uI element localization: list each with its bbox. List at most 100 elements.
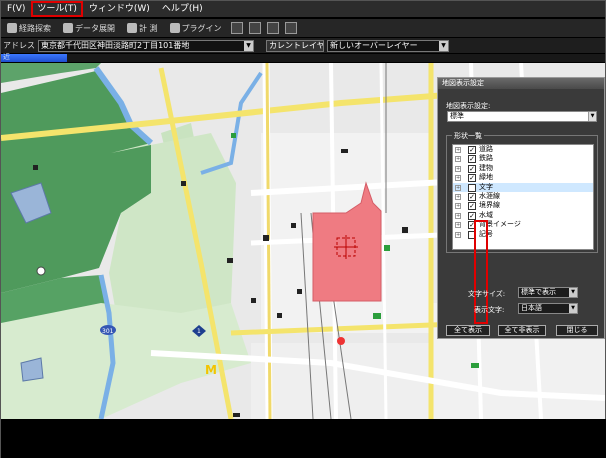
progress-glyph: 近 [3, 53, 10, 61]
current-layer-label: カレントレイヤー [269, 40, 324, 50]
progress-bar: 近 [1, 53, 605, 62]
expand-icon[interactable]: + [455, 222, 461, 229]
shape-label: 道路 [479, 145, 493, 153]
data-expand-label: データ展開 [75, 23, 115, 33]
svg-text:1: 1 [197, 328, 201, 335]
shape-checkbox[interactable] [468, 183, 476, 192]
route-search-label: 経路探索 [19, 23, 51, 33]
shape-label: 鉄路 [479, 154, 493, 163]
layers-icon[interactable] [266, 22, 279, 34]
shape-list-label: 形状一覧 [452, 131, 484, 141]
shape-label: 境界線 [479, 201, 500, 210]
ruler-icon [127, 23, 137, 33]
expand-icon[interactable]: + [455, 156, 461, 163]
shape-list-item[interactable]: + ✓ 道路 [453, 145, 593, 154]
shape-list-item[interactable]: + ✓ 水涯線 [453, 192, 593, 201]
chevron-down-icon[interactable]: ▼ [439, 40, 448, 51]
shape-checkbox[interactable]: ✓ [468, 211, 476, 220]
progress-fill [1, 54, 68, 62]
route-shield-301: 301 [100, 325, 116, 335]
svg-text:M: M [205, 363, 217, 377]
expand-icon[interactable]: + [455, 165, 461, 172]
layer-combo[interactable]: 新しいオーバーレイヤー ▼ [327, 39, 449, 52]
address-value: 東京都千代田区神田淡路町2丁目101番地 [41, 40, 190, 50]
shape-list-item[interactable]: + ✓ 水域 [453, 211, 593, 220]
shape-label: 水涯線 [479, 191, 500, 200]
chevron-down-icon[interactable]: ▼ [588, 112, 596, 121]
expand-icon[interactable]: + [455, 212, 461, 219]
shape-checkbox[interactable]: ✓ [468, 146, 476, 154]
address-bar: アドレス 東京都千代田区神田淡路町2丁目101番地 ▼ カレントレイヤー 新しい… [1, 38, 605, 53]
measure-button[interactable]: 計 測 [124, 20, 161, 36]
shape-label: 緑地 [479, 173, 493, 182]
shape-label: 水域 [479, 210, 493, 219]
shape-label: 記号 [479, 229, 493, 238]
svg-text:301: 301 [102, 328, 114, 335]
chevron-down-icon[interactable]: ▼ [244, 40, 253, 51]
text-size-value: 標準で表示 [521, 288, 556, 296]
display-setting-value: 標準 [450, 112, 464, 120]
text-size-combo[interactable]: 標準で表示 ▼ [518, 287, 578, 298]
address-label: アドレス [3, 41, 35, 50]
chevron-down-icon[interactable]: ▼ [569, 304, 577, 313]
toolbar: 経路探索 データ展開 計 測 プラグイン [1, 19, 605, 37]
shape-list-item[interactable]: + ✓ 鉄路 [453, 154, 593, 164]
expand-icon[interactable]: + [455, 231, 461, 238]
shape-list[interactable]: + ✓ 道路 + ✓ 鉄路 + ✓ 建物 + ✓ 緑地 + 文字 + ✓ 水涯線 + ✓ 境界線 + ✓ 水域 + ✓ 背景イメー… [452, 144, 594, 250]
display-setting-combo[interactable]: 標準 ▼ [447, 111, 597, 122]
menu-tool[interactable]: ツール(T) [31, 1, 83, 17]
shape-label: 背景イメージ [479, 220, 521, 229]
menu-help[interactable]: ヘルプ(H) [156, 1, 209, 17]
text-size-label: 文字サイズ: [468, 290, 506, 298]
window-icon[interactable] [248, 22, 261, 34]
shape-checkbox[interactable]: ✓ [468, 192, 476, 201]
shape-checkbox[interactable] [468, 230, 476, 239]
expand-icon[interactable]: + [455, 203, 461, 210]
app-window: F(V) ツール(T) ウィンドウ(W) ヘルプ(H) 経路探索 データ展開 計… [0, 0, 606, 458]
data-expand-button[interactable]: データ展開 [60, 20, 118, 36]
current-layer-label-box: カレントレイヤー [266, 39, 324, 52]
expand-icon[interactable]: + [455, 175, 461, 182]
menu-bar: F(V) ツール(T) ウィンドウ(W) ヘルプ(H) [1, 1, 605, 17]
expand-icon[interactable]: + [455, 184, 461, 191]
route-search-button[interactable]: 経路探索 [4, 20, 54, 36]
plugin-icon [169, 23, 180, 33]
expand-icon[interactable]: + [455, 193, 461, 200]
shape-label: 文字 [479, 182, 493, 191]
shape-checkbox[interactable]: ✓ [468, 202, 476, 211]
zoom-icon[interactable] [230, 22, 243, 34]
shape-checkbox[interactable]: ✓ [468, 174, 476, 183]
plugin-label: プラグイン [181, 23, 222, 33]
layer-value: 新しいオーバーレイヤー [330, 40, 418, 50]
chevron-down-icon[interactable]: ▼ [569, 288, 577, 297]
shape-checkbox[interactable]: ✓ [468, 155, 476, 164]
close-button[interactable]: 閉じる [556, 325, 598, 336]
route-icon [7, 23, 17, 33]
plugin-button[interactable]: プラグイン [167, 20, 225, 36]
shape-list-item[interactable]: + 文字 [453, 182, 593, 192]
shape-checkbox[interactable]: ✓ [468, 221, 476, 230]
shape-list-item[interactable]: + ✓ 緑地 [453, 173, 593, 183]
display-text-label: 表示文字: [474, 306, 505, 314]
shape-list-item[interactable]: + ✓ 背景イメージ [453, 220, 593, 230]
display-text-combo[interactable]: 日本語 ▼ [518, 303, 578, 314]
shape-list-item[interactable]: + 記号 [453, 230, 593, 239]
address-combo[interactable]: 東京都千代田区神田淡路町2丁目101番地 ▼ [38, 39, 254, 52]
display-text-value: 日本語 [521, 304, 542, 312]
menu-window[interactable]: ウィンドウ(W) [83, 1, 156, 17]
bottom-area [1, 419, 606, 458]
data-icon [63, 23, 73, 33]
map-display-settings-dialog: 地図表示設定 地図表示設定: 標準 ▼ 形状一覧 + ✓ 道路 + ✓ 鉄路 + ✓ 建物 + ✓ 緑… [437, 77, 605, 339]
hide-all-button[interactable]: 全て非表示 [498, 325, 546, 336]
dialog-title: 地図表示設定 [438, 78, 604, 89]
shape-label: 建物 [479, 163, 493, 172]
shape-checkbox[interactable]: ✓ [468, 164, 476, 173]
measure-label: 計 測 [139, 23, 158, 33]
shape-list-item[interactable]: + ✓ 建物 [453, 164, 593, 173]
display-setting-label: 地図表示設定: [446, 102, 491, 110]
expand-icon[interactable]: + [455, 147, 461, 153]
menu-file[interactable]: F(V) [1, 1, 31, 17]
shape-list-item[interactable]: + ✓ 境界線 [453, 201, 593, 211]
settings-icon[interactable] [284, 22, 297, 34]
show-all-button[interactable]: 全て表示 [446, 325, 490, 336]
